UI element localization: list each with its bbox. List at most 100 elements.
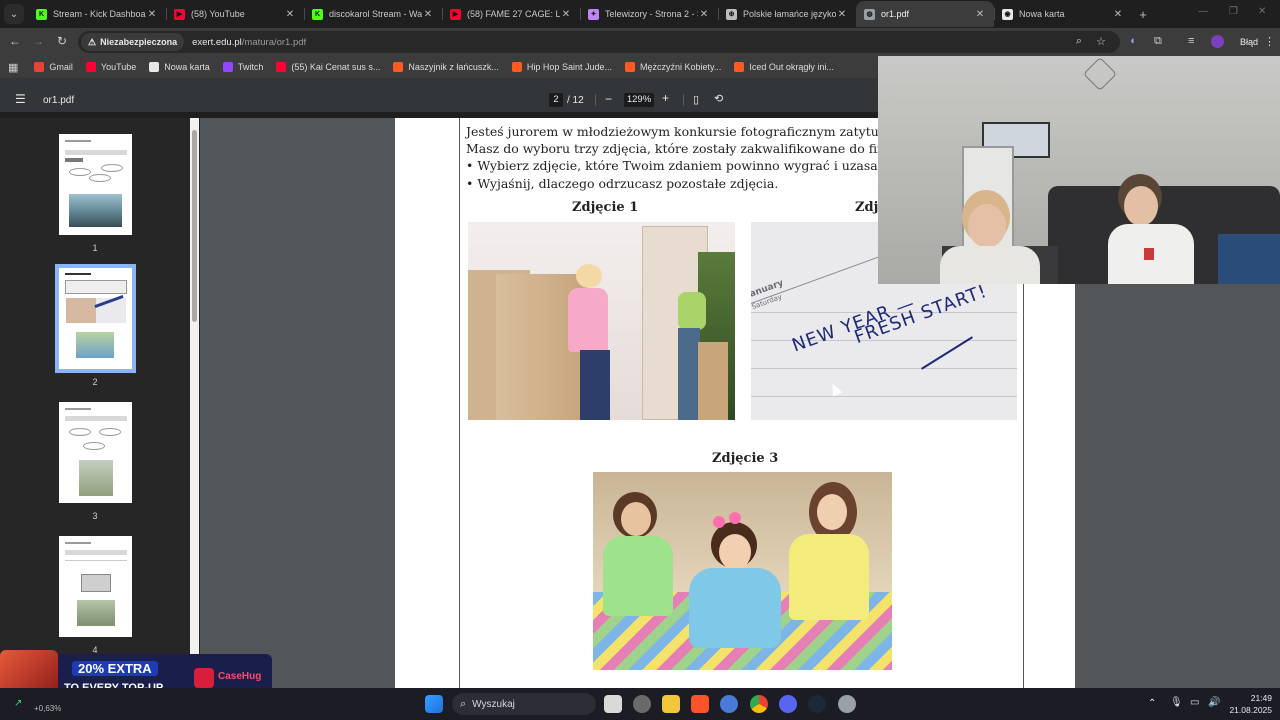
promo-headline: 20% EXTRA	[72, 661, 158, 676]
menu-icon[interactable]: ⋮	[1264, 35, 1275, 48]
tab-favicon-icon: ◉	[1002, 8, 1013, 20]
rotate-icon[interactable]: ⟲	[714, 92, 723, 105]
apps-grid-icon[interactable]: ▦	[8, 61, 18, 74]
brave-icon[interactable]	[691, 695, 709, 713]
media-icon[interactable]: ◖	[1129, 35, 1136, 47]
browser-tab[interactable]: K Stream - Kick Dashboard ✕	[28, 1, 166, 27]
maximize-button[interactable]: ❐	[1229, 6, 1238, 17]
profile-avatar-icon[interactable]	[1211, 35, 1224, 48]
bookmark-item[interactable]: Hip Hop Saint Jude...	[511, 62, 612, 72]
steam-icon[interactable]	[808, 695, 826, 713]
url-path: /matura/or1.pdf	[241, 36, 307, 48]
tab-close-icon[interactable]: ✕	[422, 9, 434, 20]
tab-close-icon[interactable]: ✕	[284, 9, 296, 20]
back-button[interactable]: ←	[7, 34, 23, 48]
thumbnail-page-2[interactable]	[55, 264, 136, 373]
browser-tab[interactable]: ✦ Telewizory - Strona 2 - Sp ✕	[580, 1, 718, 27]
bookmark-label: Gmail	[49, 62, 73, 72]
file-explorer-icon[interactable]	[662, 695, 680, 713]
copilot-icon[interactable]	[633, 695, 651, 713]
extensions-icon[interactable]: ⧉	[1154, 35, 1162, 48]
bookmark-item[interactable]: Mężczyźni Kobiety...	[624, 62, 721, 72]
close-window-button[interactable]: ✕	[1258, 6, 1266, 17]
system-clock[interactable]: 21:49 21.08.2025	[1229, 692, 1272, 716]
bookmark-item[interactable]: Twitch	[222, 62, 263, 72]
ccleaner-icon[interactable]	[720, 695, 738, 713]
zoom-level-input[interactable]: 129%	[624, 93, 654, 107]
monitor-icon[interactable]: ▭	[1190, 697, 1199, 708]
tab-title: Polskie łamańce językowe	[743, 9, 836, 19]
page-number-input[interactable]: 2	[549, 93, 563, 107]
bookmark-favicon-icon	[624, 62, 635, 72]
zoom-icon[interactable]: ⌕	[1076, 35, 1082, 48]
discord-icon[interactable]	[779, 695, 797, 713]
stock-ticker: +0,63%	[34, 704, 62, 713]
microphone-icon[interactable]: 🎙	[1170, 697, 1183, 708]
volume-icon[interactable]: 🔊	[1208, 697, 1220, 708]
stock-arrow-icon: ↗	[14, 698, 23, 709]
taskbar-search[interactable]: ⌕ Wyszukaj	[452, 693, 596, 715]
tab-close-icon[interactable]: ✕	[836, 9, 848, 20]
bookmark-item[interactable]: Gmail	[34, 62, 73, 72]
tab-favicon-icon: ▶	[174, 8, 185, 20]
tab-favicon-icon: K	[36, 8, 47, 20]
zoom-out-button[interactable]: −	[605, 92, 612, 106]
tab-close-icon[interactable]: ✕	[1112, 9, 1124, 20]
media-controls-icon[interactable]: ≡	[1188, 35, 1194, 47]
tab-favicon-icon: ✦	[588, 8, 599, 20]
security-chip[interactable]: ⚠ Niezabezpieczona	[81, 33, 185, 51]
tab-close-icon[interactable]: ✕	[560, 9, 572, 20]
profile-error-label[interactable]: Błąd	[1240, 37, 1258, 47]
bookmark-item[interactable]: (55) Kai Cenat sus s...	[276, 62, 380, 72]
chrome-icon[interactable]	[750, 695, 768, 713]
bookmark-label: Hip Hop Saint Jude...	[526, 62, 612, 72]
browser-tab[interactable]: ▶ (58) YouTube ✕	[166, 1, 304, 27]
tab-close-icon[interactable]: ✕	[974, 9, 986, 20]
zoom-in-button[interactable]: +	[662, 91, 669, 105]
bookmark-item[interactable]: YouTube	[85, 62, 136, 72]
tab-title: (58) YouTube	[191, 9, 245, 19]
fit-page-icon[interactable]: ▯	[693, 93, 699, 106]
task-bullet-1: • Wybierz zdjęcie, które Twoim zdaniem p…	[466, 158, 931, 173]
address-bar[interactable]: ⚠ Niezabezpieczona exert.edu.pl/matura/o…	[78, 31, 1120, 53]
forward-button[interactable]: →	[30, 34, 46, 48]
thumbnail-sidebar: 1 2 3 4	[0, 118, 200, 688]
tab-search-button[interactable]: ⌄	[4, 4, 24, 24]
browser-tab[interactable]: ◍ or1.pdf ✕	[856, 1, 994, 27]
sidebar-scroll-thumb[interactable]	[192, 130, 197, 322]
task-view-icon[interactable]	[604, 695, 622, 713]
thumbnail-page-4[interactable]	[59, 536, 132, 637]
bookmarks-list: Gmail YouTube Nowa karta Twitch (55) Kai Cen…	[34, 62, 847, 72]
bookmark-item[interactable]: Naszyjnik z łańcuszk...	[393, 62, 499, 72]
bookmark-item[interactable]: Iced Out okrągły ini...	[734, 62, 834, 72]
browser-tab[interactable]: ⊕ Polskie łamańce językowe✕	[718, 1, 856, 27]
url-host: exert.edu.pl	[192, 36, 242, 48]
tab-close-icon[interactable]: ✕	[698, 9, 710, 20]
browser-tab[interactable]: ◉ Nowa karta ✕	[994, 1, 1132, 27]
settings-gear-icon[interactable]	[838, 695, 856, 713]
clock-date: 21.08.2025	[1229, 705, 1272, 715]
arrow-right-icon: →	[32, 34, 44, 48]
tray-chevron-up-icon[interactable]: ⌃	[1148, 698, 1156, 709]
person-1-face	[968, 204, 1006, 248]
search-icon: ⌕	[460, 697, 467, 710]
tab-favicon-icon: ◍	[864, 8, 875, 20]
bookmark-star-icon[interactable]: ☆	[1096, 35, 1106, 48]
browser-tab[interactable]: ▶ (58) FAME 27 CAGE: Lexy✕	[442, 1, 580, 27]
thumbnail-page-1[interactable]	[59, 134, 132, 235]
task-text-line: Jesteś jurorem w młodzieżowym konkursie …	[466, 124, 924, 139]
bookmark-item[interactable]: Nowa karta	[149, 62, 210, 72]
browser-tab[interactable]: Kdiscokarol Stream - Watc ✕	[304, 1, 442, 27]
reload-button[interactable]: ↻	[54, 34, 70, 48]
sidebar-menu-icon[interactable]: ☰	[15, 92, 26, 106]
task-text-line: Masz do wyboru trzy zdjęcia, które zosta…	[466, 141, 932, 156]
minimize-button[interactable]: —	[1198, 6, 1208, 17]
tab-close-icon[interactable]: ✕	[146, 9, 158, 20]
bookmark-favicon-icon	[734, 62, 745, 72]
thumbnail-page-3[interactable]	[59, 402, 132, 503]
pdf-filename: or1.pdf	[43, 95, 75, 106]
new-tab-button[interactable]: +	[1132, 7, 1154, 22]
person-1-shirt	[940, 246, 1040, 284]
windows-start-icon[interactable]	[425, 695, 443, 713]
tab-title: discokarol Stream - Watc	[329, 9, 422, 19]
